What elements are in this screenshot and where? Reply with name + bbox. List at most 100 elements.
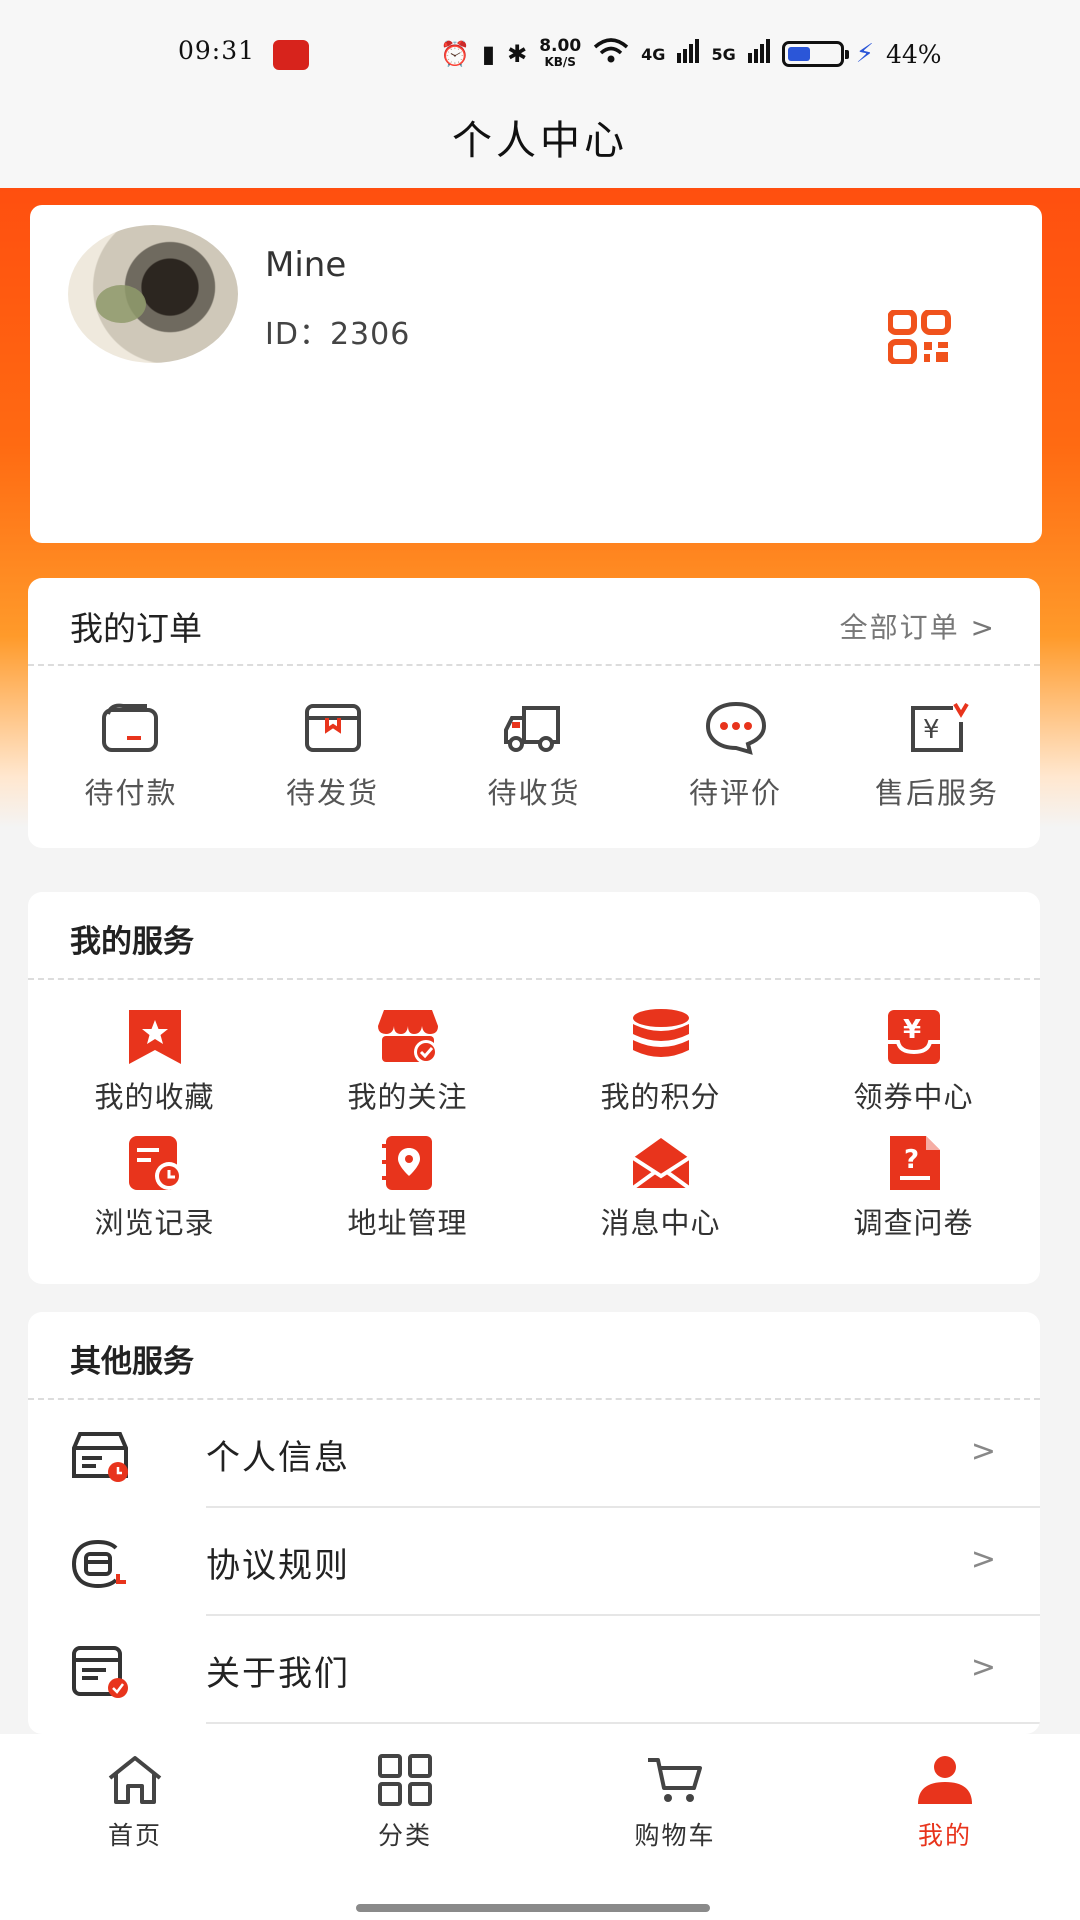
wifi-icon [593, 37, 629, 71]
signal-5g: 5G [711, 44, 736, 64]
order-pending-shipment[interactable]: 待发货 [248, 700, 418, 812]
service-label: 我的收藏 [94, 1080, 215, 1114]
status-bar: 09:31 ⏰ ▮ ✱ 8.00 KB/S 4G 5G ⚡ 44% [0, 0, 1080, 96]
order-item-label: 售后服务 [874, 776, 999, 810]
vibrate-icon: ▮ [481, 40, 496, 68]
service-label: 调查问卷 [853, 1206, 974, 1240]
tab-label: 分类 [377, 1821, 432, 1850]
service-points[interactable]: 我的积分 [534, 1008, 787, 1116]
service-messages[interactable]: 消息中心 [534, 1134, 787, 1242]
order-item-label: 待收货 [487, 776, 581, 810]
avatar[interactable] [68, 225, 238, 363]
battery-fill [787, 47, 810, 61]
history-icon [128, 1136, 183, 1190]
tab-mine[interactable]: 我的 [810, 1734, 1080, 1884]
divider [206, 1722, 1040, 1724]
database-icon [632, 1009, 689, 1057]
list-item-label: 个人信息 [206, 1438, 350, 1478]
orders-header: 我的订单 全部订单 > [28, 578, 1040, 666]
service-label: 我的积分 [600, 1080, 721, 1114]
tab-home[interactable]: 首页 [0, 1734, 270, 1884]
tab-label: 我的 [917, 1821, 972, 1850]
other-services-card: 其他服务 个人信息 > 协议规则 > 关于我们 > [28, 1312, 1040, 1734]
app-notification-icon [273, 40, 309, 70]
address-book-icon [381, 1136, 432, 1190]
service-label: 我的关注 [347, 1080, 468, 1114]
speed-unit: KB/S [544, 55, 576, 69]
services-title: 我的服务 [70, 924, 194, 960]
store-icon [377, 1010, 438, 1064]
all-orders-link[interactable]: 全部订单 > [840, 606, 996, 646]
charging-icon: ⚡ [855, 39, 874, 69]
page-title: 个人中心 [452, 118, 628, 164]
signal-bars-icon [677, 39, 700, 69]
home-indicator[interactable] [356, 1904, 710, 1912]
list-item-about-us[interactable]: 关于我们 > [28, 1616, 1040, 1724]
speed-value: 8.00 [539, 36, 582, 56]
chevron-right-icon: > [970, 1542, 996, 1577]
grid-icon [378, 1754, 432, 1806]
profile-card-icon [72, 1432, 128, 1482]
list-item-label: 关于我们 [206, 1654, 350, 1694]
service-label: 浏览记录 [94, 1206, 215, 1240]
home-icon [108, 1756, 162, 1804]
order-pending-review[interactable]: 待评价 [651, 700, 821, 812]
tab-cart[interactable]: 购物车 [540, 1734, 810, 1884]
order-status-list: 待付款 待发货 待收货 待评价 ¥ 售后服务 [28, 666, 1040, 812]
refund-icon: ¥ [911, 702, 969, 752]
bluetooth-icon: ✱ [507, 40, 528, 68]
alarm-icon: ⏰ [440, 40, 470, 68]
chevron-right-icon: > [970, 1650, 996, 1685]
order-item-label: 待付款 [84, 776, 178, 810]
tab-label: 首页 [107, 1821, 162, 1850]
about-icon [72, 1646, 128, 1698]
svg-text:¥: ¥ [903, 1015, 921, 1045]
services-header: 我的服务 [28, 892, 1040, 980]
profile-card[interactable]: Mine ID：2306 [30, 205, 1042, 543]
qrcode-icon[interactable] [888, 310, 952, 364]
profile-id: ID：2306 [265, 317, 411, 352]
status-time: 09:31 [178, 36, 256, 65]
service-survey[interactable]: ? 调查问卷 [787, 1134, 1040, 1242]
bookmark-star-icon [128, 1010, 181, 1064]
wallet-icon [102, 703, 158, 752]
status-icons: ⏰ ▮ ✱ 8.00 KB/S 4G 5G ⚡ 44% [440, 34, 942, 74]
battery-percent: 44% [885, 39, 942, 69]
cart-icon [648, 1758, 702, 1802]
service-address[interactable]: 地址管理 [281, 1134, 534, 1242]
profile-name: Mine [265, 245, 347, 285]
signal-bars-icon [747, 39, 770, 69]
services-card: 我的服务 我的收藏 我的关注 我的积分 ¥ 领券中心 浏览记录 地址管理 消息中… [28, 892, 1040, 1284]
service-coupons[interactable]: ¥ 领券中心 [787, 1008, 1040, 1116]
order-item-label: 待评价 [688, 776, 782, 810]
signal-4g: 4G [641, 44, 666, 64]
agreement-icon [72, 1540, 126, 1588]
list-item-agreement[interactable]: 协议规则 > [28, 1508, 1040, 1616]
network-speed: 8.00 KB/S [539, 38, 581, 70]
service-favorites[interactable]: 我的收藏 [28, 1008, 281, 1116]
tab-label: 购物车 [634, 1821, 716, 1850]
chevron-right-icon: > [970, 1434, 996, 1469]
bottom-tab-bar: 首页 分类 购物车 我的 [0, 1734, 1080, 1920]
other-services-title: 其他服务 [70, 1344, 194, 1380]
orders-title: 我的订单 [70, 609, 202, 648]
order-pending-payment[interactable]: 待付款 [46, 700, 216, 812]
tab-list: 首页 分类 购物车 我的 [0, 1734, 1080, 1884]
service-label: 消息中心 [600, 1206, 721, 1240]
tab-category[interactable]: 分类 [270, 1734, 540, 1884]
order-after-sales[interactable]: ¥ 售后服务 [852, 700, 1022, 812]
list-item-label: 协议规则 [206, 1546, 350, 1586]
page: 09:31 ⏰ ▮ ✱ 8.00 KB/S 4G 5G ⚡ 44% 个人中心 M… [0, 0, 1080, 1920]
order-item-label: 待发货 [285, 776, 379, 810]
other-services-header: 其他服务 [28, 1312, 1040, 1400]
service-label: 地址管理 [347, 1206, 468, 1240]
box-icon [304, 704, 361, 752]
service-follows[interactable]: 我的关注 [281, 1008, 534, 1116]
order-pending-receipt[interactable]: 待收货 [449, 700, 619, 812]
list-item-profile-info[interactable]: 个人信息 > [28, 1400, 1040, 1508]
nav-header: 个人中心 [0, 96, 1080, 188]
services-grid: 我的收藏 我的关注 我的积分 ¥ 领券中心 浏览记录 地址管理 消息中心 ? 调… [28, 980, 1040, 1242]
orders-card: 我的订单 全部订单 > 待付款 待发货 待收货 待评价 ¥ 售后服务 [28, 578, 1040, 848]
svg-text:¥: ¥ [923, 715, 940, 745]
service-history[interactable]: 浏览记录 [28, 1134, 281, 1242]
